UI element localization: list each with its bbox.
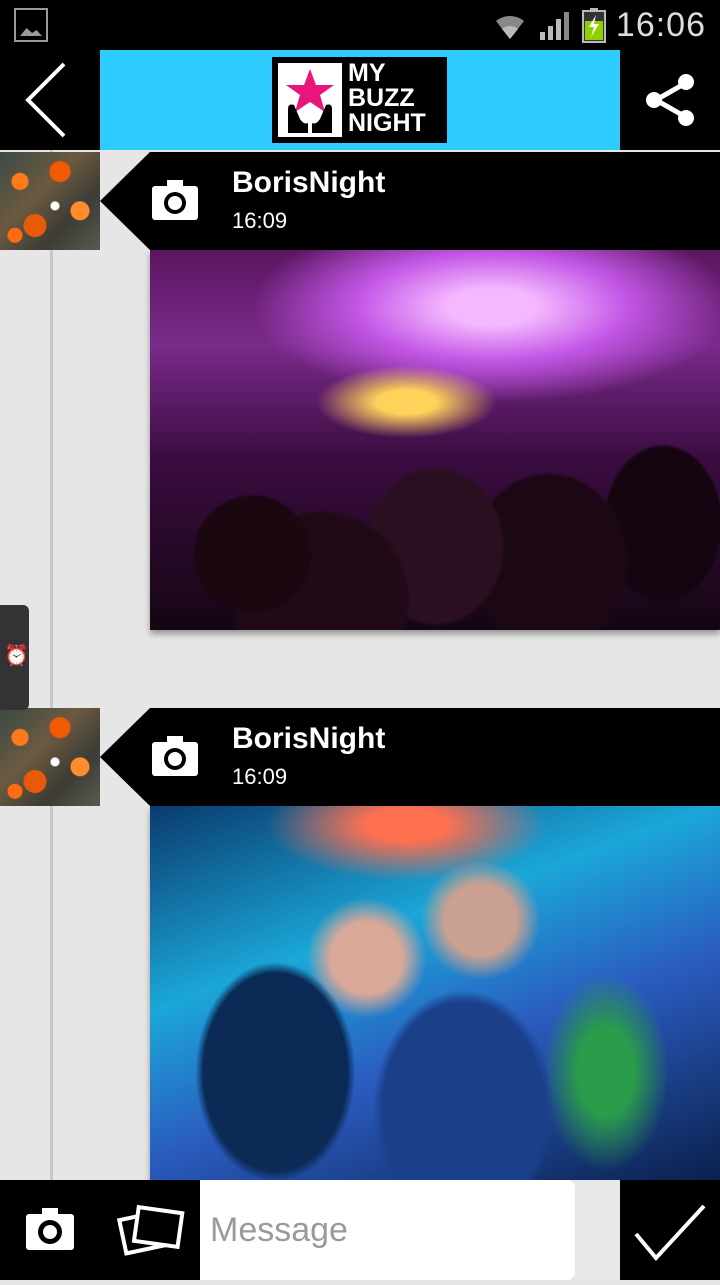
- camera-button[interactable]: [0, 1180, 100, 1280]
- photo-feed[interactable]: BorisNight 16:09 BorisNight 16:09: [0, 150, 720, 1180]
- gallery-notification-icon: [14, 8, 48, 42]
- send-button[interactable]: [620, 1180, 720, 1280]
- post-header: BorisNight 16:09: [100, 152, 720, 250]
- post-author[interactable]: BorisNight: [232, 166, 385, 200]
- message-input[interactable]: [200, 1180, 575, 1280]
- battery-icon: [581, 8, 606, 43]
- wifi-icon: [495, 15, 524, 40]
- avatar[interactable]: [0, 152, 100, 250]
- message-field-wrapper: [200, 1180, 620, 1280]
- share-icon: [646, 74, 694, 126]
- gallery-button[interactable]: [100, 1180, 200, 1280]
- camera-icon: [26, 1208, 74, 1250]
- chevron-left-icon: [25, 62, 66, 138]
- photos-icon: [116, 1204, 185, 1256]
- camera-icon: [152, 180, 198, 220]
- logo-banner: MY BUZZ NIGHT: [100, 50, 620, 150]
- status-time: 16:06: [615, 5, 706, 44]
- avatar[interactable]: [0, 708, 100, 806]
- camera-icon: [152, 736, 198, 776]
- post-author[interactable]: BorisNight: [232, 722, 385, 756]
- status-bar: 16:06: [0, 0, 720, 50]
- dancing-crowd-photo[interactable]: [150, 806, 720, 1180]
- timeline-line: [50, 150, 53, 1180]
- alarm-icon: ⏰: [4, 645, 29, 667]
- app-logo: MY BUZZ NIGHT: [272, 57, 447, 143]
- logo-wordmark: MY BUZZ NIGHT: [348, 59, 426, 137]
- logo-emblem: [278, 63, 342, 137]
- composer-bar: [0, 1180, 720, 1280]
- share-button[interactable]: [620, 50, 720, 150]
- concert-crowd-photo[interactable]: [150, 250, 720, 630]
- back-button[interactable]: [0, 50, 100, 150]
- post-time: 16:09: [232, 764, 288, 789]
- app-header: MY BUZZ NIGHT: [0, 50, 720, 150]
- side-panel-handle[interactable]: ⏰: [0, 605, 29, 710]
- checkmark-icon: [634, 1204, 706, 1262]
- post-header: BorisNight 16:09: [100, 708, 720, 806]
- signal-icon: [539, 12, 569, 40]
- post-time: 16:09: [232, 208, 288, 233]
